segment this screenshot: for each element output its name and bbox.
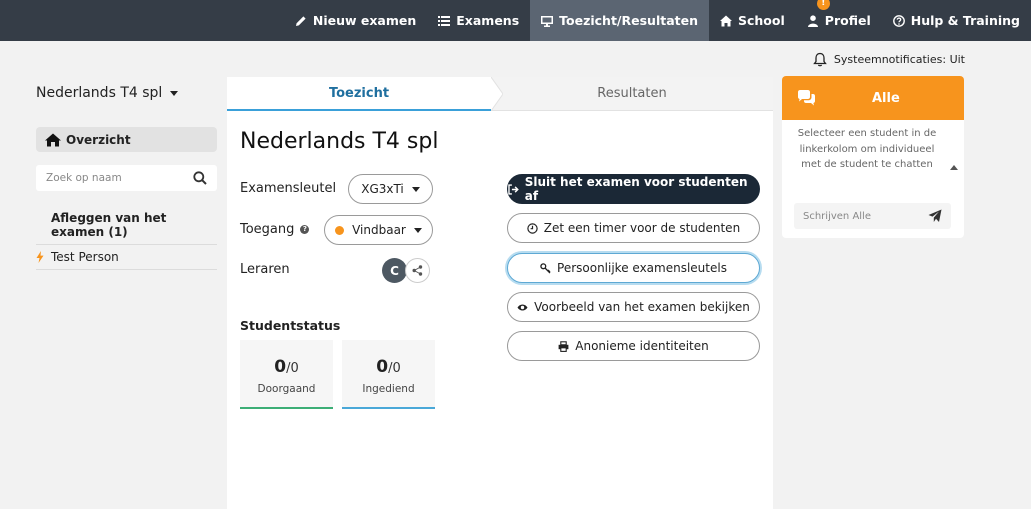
- nav-examens[interactable]: Examens: [427, 0, 530, 41]
- share-button[interactable]: [405, 258, 430, 283]
- list-icon: [438, 15, 451, 26]
- student-name: Test Person: [51, 250, 119, 264]
- preview-exam-button[interactable]: Voorbeeld van het examen bekijken: [507, 292, 760, 322]
- system-notifications-label: Systeemnotificaties: Uit: [833, 53, 965, 66]
- home-icon: [45, 133, 61, 146]
- help-icon[interactable]: ?: [300, 225, 310, 234]
- exam-selector[interactable]: Nederlands T4 spl: [36, 85, 179, 101]
- stat-count: 0: [274, 357, 287, 377]
- system-notifications-toggle[interactable]: Systeemnotificaties: Uit: [813, 52, 965, 67]
- question-circle-icon: [892, 14, 905, 27]
- status-dot-icon: [335, 225, 345, 235]
- access-label: Toegang ?: [240, 222, 310, 237]
- chat-title: Alle: [872, 90, 900, 106]
- home-icon: [720, 15, 732, 26]
- sign-out-icon: [508, 183, 519, 195]
- print-icon: [558, 340, 569, 352]
- student-list-item[interactable]: Test Person: [36, 250, 119, 264]
- chat-bubbles-icon: [798, 90, 815, 106]
- top-navigation: Nieuw examen Examens Toezicht/Resultaten…: [0, 0, 1031, 41]
- stat-total: /0: [286, 361, 299, 376]
- student-search-input[interactable]: Zoek op naam: [36, 165, 217, 191]
- personal-keys-label: Persoonlijke examensleutels: [557, 261, 727, 275]
- stat-count: 0: [376, 357, 389, 377]
- tab-arrow-divider: [491, 77, 503, 111]
- overview-label: Overzicht: [66, 132, 131, 147]
- caret-down-icon: [413, 227, 422, 233]
- anonymous-identities-label: Anonieme identiteiten: [575, 339, 709, 353]
- teachers-label-text: Leraren: [240, 262, 290, 277]
- nav-profiel[interactable]: Profiel !: [796, 0, 882, 41]
- examkey-label: Examensleutel: [240, 181, 336, 196]
- tab-toezicht[interactable]: Toezicht: [227, 77, 491, 111]
- stat-ingediend: 0/0 Ingediend: [342, 340, 435, 409]
- stat-value: 0/0: [342, 357, 435, 377]
- student-status-title: Studentstatus: [240, 318, 341, 333]
- share-icon: [412, 265, 423, 276]
- stat-value: 0/0: [240, 357, 333, 377]
- access-label-text: Toegang: [240, 222, 295, 237]
- scroll-up-icon[interactable]: [950, 165, 958, 170]
- bolt-icon: [36, 251, 44, 263]
- teacher-avatar[interactable]: C: [382, 258, 407, 283]
- user-icon: [807, 14, 818, 27]
- chat-panel: Alle Selecteer een student in de linkerk…: [782, 76, 964, 238]
- examkey-label-text: Examensleutel: [240, 181, 337, 196]
- stat-caption: Ingediend: [362, 383, 415, 395]
- clock-icon: [527, 222, 538, 234]
- overview-button[interactable]: Overzicht: [36, 127, 217, 152]
- nav-label: Examens: [456, 13, 520, 28]
- page-title: Nederlands T4 spl: [240, 129, 439, 154]
- caret-down-icon: [411, 186, 420, 192]
- nav-hulp-training[interactable]: Hulp & Training: [882, 0, 1031, 41]
- set-timer-label: Zet een timer voor de studenten: [543, 221, 741, 235]
- nav-label: Toezicht/Resultaten: [559, 13, 698, 28]
- divider: [36, 244, 217, 245]
- close-exam-label: Sluit het examen voor studenten af: [524, 175, 748, 203]
- nav-label: Profiel: [824, 13, 871, 28]
- monitor-icon: [541, 15, 554, 27]
- nav-label: School: [738, 13, 785, 28]
- stat-total: /0: [388, 361, 401, 376]
- anonymous-identities-button[interactable]: Anonieme identiteiten: [507, 331, 760, 361]
- nav-nieuw-examen[interactable]: Nieuw examen: [284, 0, 427, 41]
- profile-warning-badge: !: [816, 0, 830, 10]
- examkey-value: XG3xTi: [361, 182, 404, 196]
- chat-input-placeholder: Schrijven Alle: [803, 210, 871, 222]
- bell-icon: [813, 52, 827, 67]
- teachers-label: Leraren: [240, 262, 290, 277]
- examkey-dropdown[interactable]: XG3xTi: [348, 174, 433, 204]
- eye-icon: [517, 304, 528, 310]
- monitor-panel: Toezicht Resultaten Nederlands T4 spl Ex…: [227, 77, 773, 509]
- chat-message-input[interactable]: Schrijven Alle: [794, 203, 951, 229]
- caret-down-icon: [170, 90, 179, 96]
- close-exam-button[interactable]: Sluit het examen voor studenten af: [507, 174, 760, 204]
- personal-keys-button[interactable]: Persoonlijke examensleutels: [507, 253, 760, 283]
- nav-toezicht-resultaten[interactable]: Toezicht/Resultaten: [530, 0, 709, 41]
- pencil-icon: [295, 15, 306, 26]
- chat-info-text: Selecteer een student in de linkerkolom …: [797, 128, 937, 170]
- search-placeholder: Zoek op naam: [46, 172, 122, 184]
- divider: [36, 269, 217, 270]
- access-value: Vindbaar: [352, 223, 406, 237]
- nav-label: Nieuw examen: [312, 13, 417, 28]
- tab-resultaten[interactable]: Resultaten: [491, 77, 773, 111]
- send-icon[interactable]: [928, 209, 942, 223]
- set-timer-button[interactable]: Zet een timer voor de studenten: [507, 213, 760, 243]
- nav-label: Hulp & Training: [910, 13, 1020, 28]
- search-icon[interactable]: [193, 171, 207, 185]
- stat-doorgaand: 0/0 Doorgaand: [240, 340, 333, 409]
- student-group-title: Afleggen van het examen (1): [51, 211, 167, 239]
- preview-exam-label: Voorbeeld van het examen bekijken: [534, 300, 750, 314]
- stat-caption: Doorgaand: [257, 383, 316, 395]
- nav-school[interactable]: School: [709, 0, 796, 41]
- key-icon: [540, 262, 551, 273]
- access-dropdown[interactable]: Vindbaar: [324, 215, 433, 245]
- chat-header: Alle: [782, 76, 964, 120]
- exam-selector-label: Nederlands T4 spl: [36, 85, 163, 101]
